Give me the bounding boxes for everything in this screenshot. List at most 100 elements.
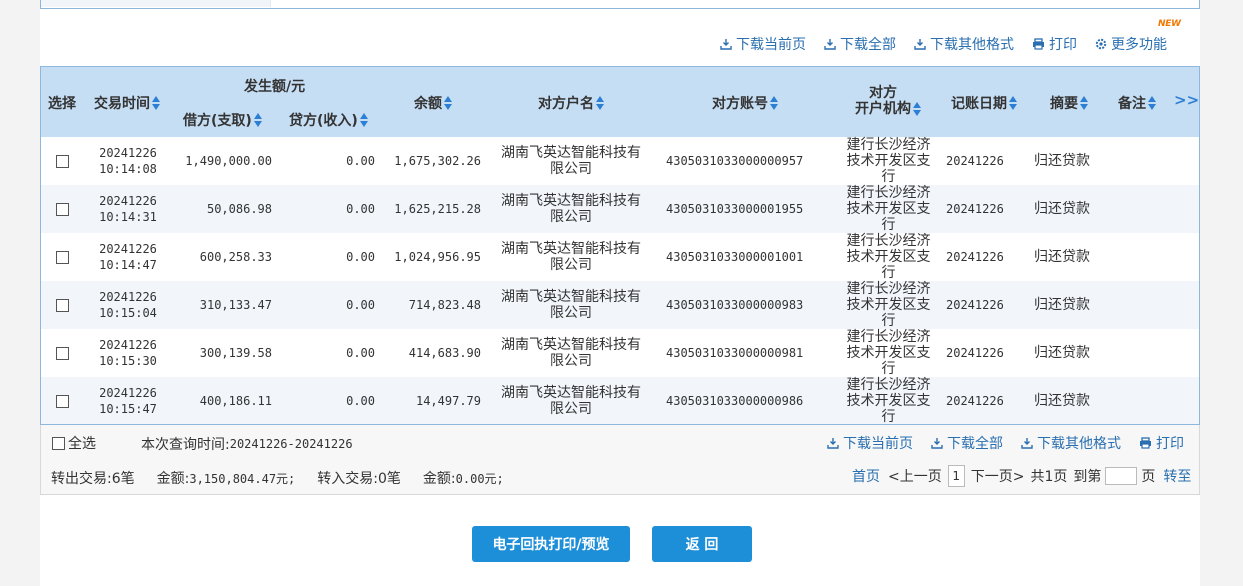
- pager: 首页 <上一页 1 下一页> 共1页 到第 页 转至: [852, 465, 1191, 487]
- scroll-columns-right-icon[interactable]: >>: [1174, 91, 1199, 109]
- row-checkbox[interactable]: [56, 250, 69, 264]
- download-all-link[interactable]: 下载全部: [824, 34, 896, 54]
- more-features-link[interactable]: 更多功能: [1095, 34, 1167, 54]
- footer-download-other-format-link[interactable]: 下载其他格式: [1021, 433, 1121, 453]
- pager-current-page[interactable]: 1: [947, 465, 965, 487]
- header-summary[interactable]: 摘要: [1050, 93, 1088, 113]
- sort-icon[interactable]: [770, 96, 778, 110]
- header-remark[interactable]: 备注: [1118, 93, 1156, 113]
- cell-summary: 归还贷款: [1031, 137, 1093, 185]
- table-row[interactable]: 20241226 10:15:30 300,139.58 0.00 414,683.90…: [41, 329, 1199, 377]
- pager-prev-link[interactable]: <上一页: [888, 466, 942, 486]
- download-current-page-label: 下载当前页: [736, 37, 806, 53]
- out-count: 6笔: [111, 471, 135, 487]
- cell-debit: 300,139.58: [171, 329, 272, 377]
- header-counterparty-account-label: 对方账号: [712, 96, 768, 112]
- cell-debit-text: 600,258.33: [199, 250, 272, 264]
- cell-credit-text: 0.00: [346, 250, 375, 264]
- sort-icon[interactable]: [444, 96, 452, 110]
- table-row[interactable]: 20241226 10:14:08 1,490,000.00 0.00 1,675,30…: [41, 137, 1199, 185]
- header-debit-label: 借方(支取): [183, 113, 252, 129]
- table-row[interactable]: 20241226 10:14:47 600,258.33 0.00 1,024,956.…: [41, 233, 1199, 281]
- footer-print-link[interactable]: 打印: [1139, 433, 1184, 453]
- pager-first-link[interactable]: 首页: [852, 466, 880, 486]
- download-all-label: 下载全部: [840, 37, 896, 53]
- download-icon: [931, 438, 943, 449]
- header-debit[interactable]: 借方(支取): [183, 110, 262, 130]
- row-checkbox[interactable]: [56, 346, 69, 360]
- pager-go-link[interactable]: 转至: [1163, 466, 1191, 486]
- sort-icon[interactable]: [1080, 96, 1088, 110]
- sort-icon[interactable]: [596, 96, 604, 110]
- footer-download-other-format-label: 下载其他格式: [1037, 436, 1121, 452]
- cell-summary-text: 归还贷款: [1034, 345, 1090, 361]
- query-time-label: 本次查询时间:: [141, 437, 230, 453]
- sort-icon[interactable]: [359, 113, 368, 127]
- sort-icon[interactable]: [253, 113, 262, 127]
- cell-account: 4305031033000000957: [666, 137, 816, 185]
- header-time[interactable]: 交易时间: [94, 93, 160, 113]
- header-counterparty-name[interactable]: 对方户名: [538, 93, 604, 113]
- pager-next-link[interactable]: 下一页>: [971, 466, 1025, 486]
- cell-transaction-clock: 10:15:30: [99, 354, 157, 368]
- header-counterparty-account[interactable]: 对方账号: [712, 93, 778, 113]
- back-button[interactable]: 返 回: [652, 526, 752, 562]
- receipt-print-preview-button[interactable]: 电子回执打印/预览: [472, 526, 630, 562]
- cell-balance: 1,625,215.28: [377, 185, 481, 233]
- table-row[interactable]: 20241226 10:15:04 310,133.47 0.00 714,823.48…: [41, 281, 1199, 329]
- sort-icon[interactable]: [152, 96, 160, 110]
- header-summary-label: 摘要: [1050, 96, 1078, 112]
- cell-summary: 归还贷款: [1031, 377, 1093, 424]
- row-checkbox[interactable]: [56, 394, 69, 408]
- cell-debit: 600,258.33: [171, 233, 272, 281]
- cell-bank-text: 建行长沙经济技术开发区支行: [846, 185, 931, 233]
- print-icon: [1033, 38, 1044, 50]
- download-other-format-link[interactable]: 下载其他格式: [914, 34, 1014, 54]
- cell-summary: 归还贷款: [1031, 233, 1093, 281]
- cell-credit: 0.00: [281, 329, 375, 377]
- pager-goto-input[interactable]: [1105, 467, 1138, 485]
- cell-post-date: 20241226: [946, 137, 1016, 185]
- cell-name: 湖南飞英达智能科技有限公司: [496, 329, 646, 377]
- download-icon: [1021, 438, 1033, 449]
- header-balance-label: 余额: [414, 96, 442, 112]
- cell-transaction-clock: 10:14:31: [99, 210, 157, 224]
- cell-balance-text: 414,683.90: [408, 346, 481, 360]
- select-all-checkbox[interactable]: [52, 436, 65, 450]
- cell-account-text: 4305031033000001955: [666, 202, 804, 216]
- header-post-date[interactable]: 记账日期: [951, 93, 1017, 113]
- row-checkbox[interactable]: [56, 154, 69, 168]
- footer-actions: 下载当前页 下载全部 下载其他格式 打印: [827, 433, 1184, 453]
- cell-transaction-date: 20241226: [99, 386, 157, 400]
- cell-debit-text: 1,490,000.00: [185, 154, 272, 168]
- cell-bank: 建行长沙经济技术开发区支行: [841, 185, 936, 233]
- cell-name-text: 湖南飞英达智能科技有限公司: [501, 385, 641, 417]
- cell-balance-text: 1,675,302.26: [394, 154, 481, 168]
- row-checkbox[interactable]: [56, 202, 69, 216]
- cell-bank-text: 建行长沙经济技术开发区支行: [846, 329, 931, 377]
- cell-account-text: 4305031033000000981: [666, 346, 804, 360]
- sort-icon[interactable]: [1009, 96, 1017, 110]
- print-link[interactable]: 打印: [1032, 34, 1077, 54]
- cell-debit-text: 310,133.47: [199, 298, 272, 312]
- download-current-page-link[interactable]: 下载当前页: [720, 34, 806, 54]
- cell-bank-text: 建行长沙经济技术开发区支行: [846, 137, 931, 185]
- sort-icon[interactable]: [913, 102, 921, 116]
- footer-download-all-link[interactable]: 下载全部: [931, 433, 1003, 453]
- table-row[interactable]: 20241226 10:14:31 50,086.98 0.00 1,625,215.2…: [41, 185, 1199, 233]
- footer-download-current-page-link[interactable]: 下载当前页: [827, 433, 913, 453]
- header-balance[interactable]: 余额: [414, 93, 452, 113]
- cell-name-text: 湖南飞英达智能科技有限公司: [501, 145, 641, 177]
- cell-account: 4305031033000001955: [666, 185, 816, 233]
- sort-icon[interactable]: [1148, 96, 1156, 110]
- table-row[interactable]: 20241226 10:15:47 400,186.11 0.00 14,497.79 湖…: [41, 377, 1199, 424]
- cell-post-date-text: 20241226: [946, 154, 1004, 168]
- select-all[interactable]: 全选: [52, 433, 96, 453]
- header-credit[interactable]: 贷方(收入): [289, 110, 368, 130]
- download-icon: [824, 39, 836, 50]
- cell-balance: 714,823.48: [377, 281, 481, 329]
- cell-debit: 310,133.47: [171, 281, 272, 329]
- header-counterparty-bank[interactable]: 对方 开户机构: [855, 85, 921, 117]
- select-all-label: 全选: [68, 436, 96, 452]
- row-checkbox[interactable]: [56, 298, 69, 312]
